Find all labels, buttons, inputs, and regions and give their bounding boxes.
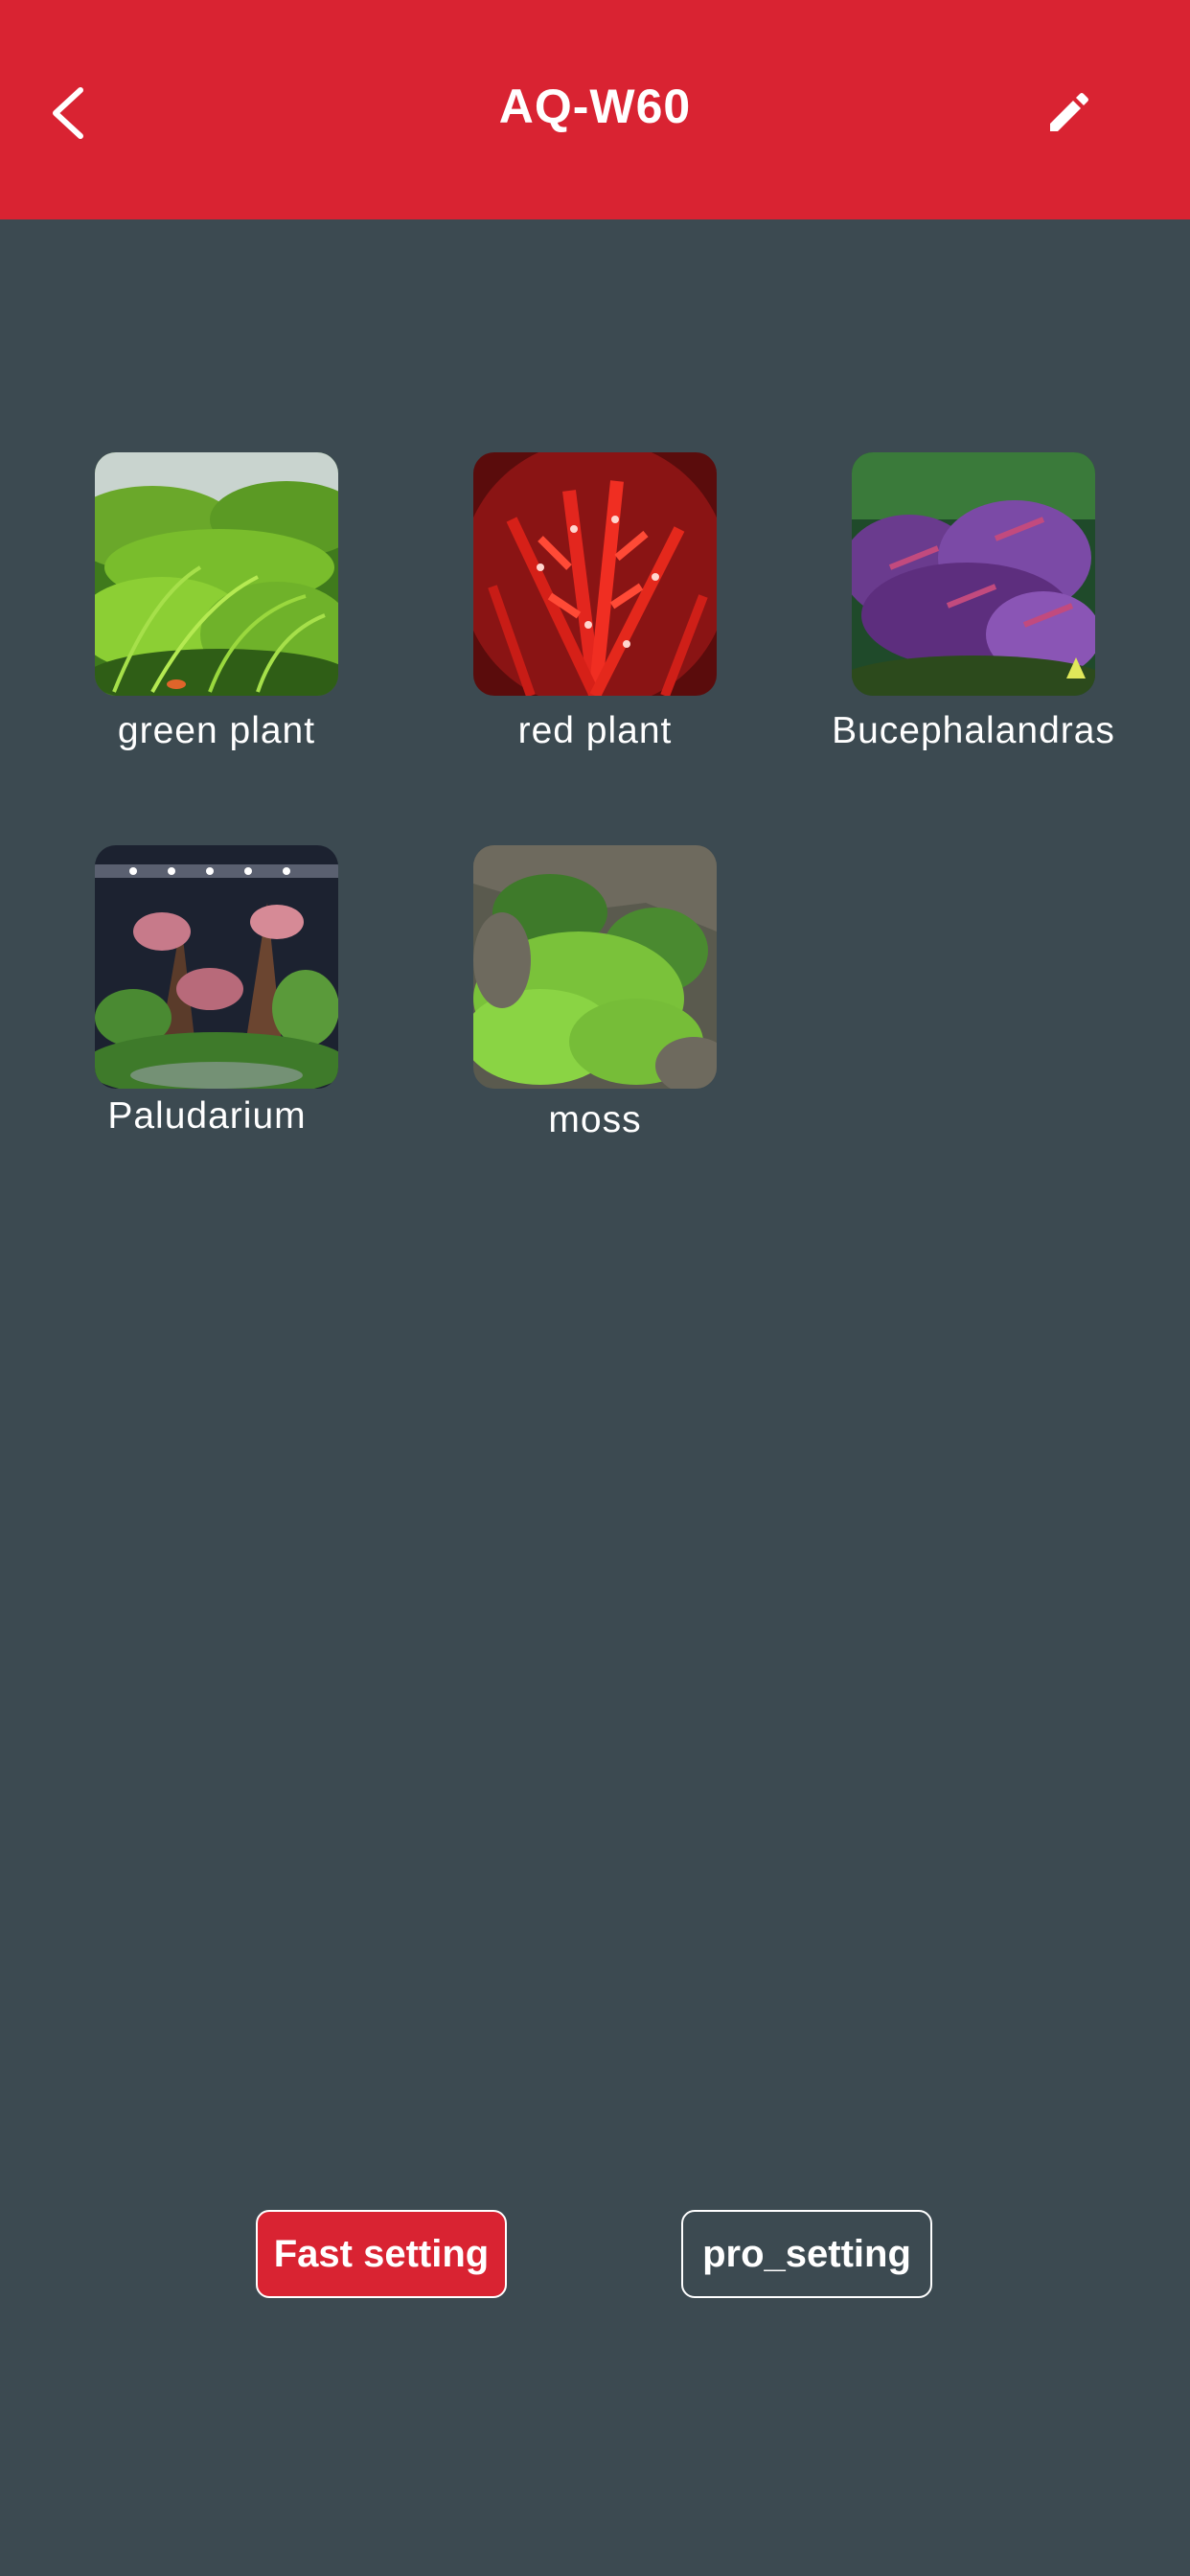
paludarium-image bbox=[95, 845, 338, 1089]
scene-label-paludarium: Paludarium bbox=[107, 1095, 307, 1137]
fast-setting-button[interactable]: Fast setting bbox=[256, 2210, 507, 2298]
scene-tile-paludarium[interactable] bbox=[95, 845, 338, 1089]
scene-tile-red-plant[interactable] bbox=[473, 452, 717, 696]
red-plant-image bbox=[473, 452, 717, 696]
scene-label-green-plant: green plant bbox=[117, 710, 316, 751]
edit-button[interactable] bbox=[1025, 77, 1111, 153]
scene-label-bucephalandras: Bucephalandras bbox=[832, 710, 1115, 751]
app-header: AQ-W60 bbox=[0, 0, 1190, 219]
scene-label-moss: moss bbox=[548, 1099, 642, 1140]
moss-image bbox=[473, 845, 717, 1089]
scene-tile-moss[interactable] bbox=[473, 845, 717, 1089]
green-plant-image bbox=[95, 452, 338, 696]
pencil-icon bbox=[1044, 89, 1092, 142]
pro-setting-button[interactable]: pro_setting bbox=[681, 2210, 932, 2298]
scene-tile-green-plant[interactable] bbox=[95, 452, 338, 696]
scene-tile-bucephalandras[interactable] bbox=[852, 452, 1095, 696]
page-title: AQ-W60 bbox=[498, 80, 692, 133]
scene-label-red-plant: red plant bbox=[517, 710, 673, 751]
bucephalandras-image bbox=[852, 452, 1095, 696]
